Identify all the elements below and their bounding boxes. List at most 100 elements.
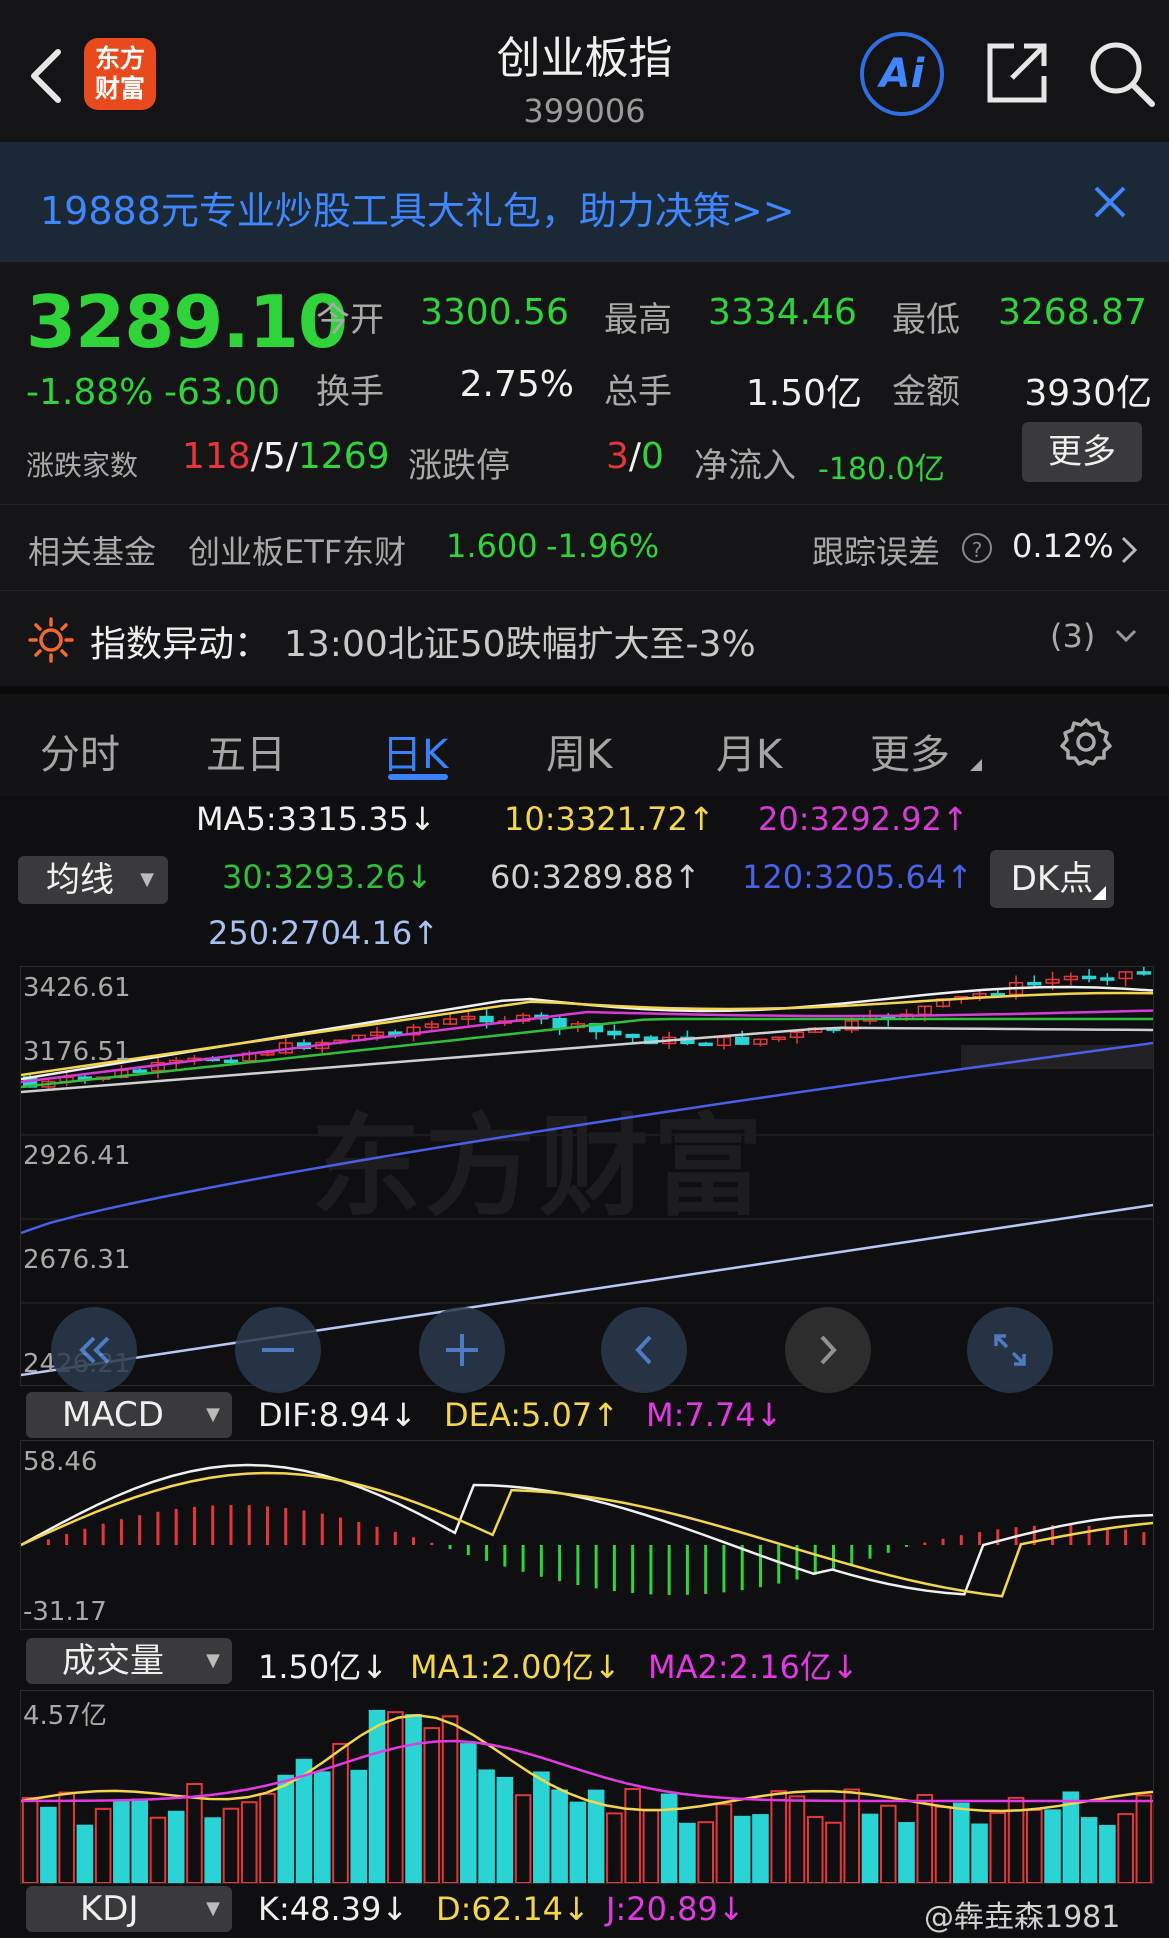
volume-bar	[478, 1769, 495, 1883]
dropdown-corner-icon	[1092, 886, 1106, 900]
kdj-legend: KDJ ▼ K:48.39↓ D:62.14↓ J:20.89↓ @犇垚森198…	[0, 1884, 1169, 1938]
volume-value: 1.50亿↓	[258, 1648, 389, 1686]
volume-bar	[496, 1776, 514, 1883]
more-button[interactable]: 更多	[1022, 422, 1142, 482]
share-icon[interactable]	[984, 40, 1050, 106]
volume-bar	[259, 1792, 276, 1883]
candle-body	[698, 1042, 713, 1047]
ma20-value: 20:3292.92↑	[758, 800, 969, 838]
breadth-up: 118	[182, 436, 251, 477]
scroll-left-button[interactable]	[601, 1307, 687, 1393]
alert-text: 13:00北证50跌幅扩大至-3%	[284, 624, 756, 665]
breadth-flat: 5	[262, 436, 286, 477]
volume-bar	[989, 1811, 1007, 1883]
dropdown-corner-icon	[970, 756, 982, 775]
open-value: 3300.56	[420, 292, 569, 333]
volume-bar	[825, 1821, 842, 1883]
volume-chart[interactable]: 4.57亿	[20, 1690, 1154, 1884]
ma30-value: 30:3293.26↓	[222, 858, 433, 896]
kdj-j: J:20.89↓	[606, 1890, 745, 1928]
caret-down-icon: ▼	[206, 1898, 220, 1919]
volume-bar	[1026, 1809, 1043, 1883]
volume-bar	[1044, 1809, 1061, 1883]
volume-bar	[167, 1810, 185, 1883]
ma10-value: 10:3321.72↑	[504, 800, 715, 838]
ma10-line	[21, 991, 1153, 1077]
change-pct: -1.88%	[26, 372, 154, 413]
scroll-left-fast-button[interactable]	[51, 1307, 137, 1393]
kdj-selector[interactable]: KDJ ▼	[26, 1886, 232, 1932]
tab-more[interactable]: 更多	[870, 722, 950, 780]
candle-body	[607, 1030, 622, 1036]
volume-bar	[113, 1799, 130, 1883]
ma-selector-label: 均线	[46, 860, 114, 900]
tab-weekly-k[interactable]: 周K	[546, 722, 612, 780]
search-icon[interactable]	[1088, 40, 1156, 108]
breadth-values: 118/5/1269	[182, 436, 390, 477]
ma120-line	[21, 1041, 1153, 1235]
high-value: 3334.46	[708, 292, 857, 333]
volume-ma2: MA2:2.16亿↓	[648, 1648, 859, 1686]
volume-ma2-line	[21, 1739, 1153, 1803]
volume-bar	[386, 1711, 404, 1883]
netflow-label: 净流入	[694, 446, 796, 486]
volume-bar	[131, 1798, 148, 1883]
volume-bar	[971, 1823, 988, 1883]
macd-chart[interactable]: 58.46 -31.17	[20, 1440, 1154, 1630]
scroll-right-button[interactable]	[785, 1307, 871, 1393]
zoom-out-button[interactable]	[235, 1307, 321, 1393]
close-icon[interactable]	[1092, 184, 1128, 220]
limit-label: 涨跌停	[408, 446, 510, 486]
fund-name[interactable]: 创业板ETF东财	[188, 527, 406, 573]
zoom-in-button[interactable]	[419, 1307, 505, 1393]
volume-bar	[240, 1801, 258, 1883]
caret-down-icon: ▼	[206, 1404, 220, 1425]
macd-selector[interactable]: MACD ▼	[26, 1392, 232, 1438]
volume-bar	[861, 1813, 879, 1883]
ai-button[interactable]: Ai	[860, 32, 944, 116]
tab-five-day[interactable]: 五日	[206, 722, 286, 780]
volume-bar	[624, 1788, 641, 1883]
volume-ma1: MA1:2.00亿↓	[410, 1648, 621, 1686]
volume-legend: 成交量 ▼ 1.50亿↓ MA1:2.00亿↓ MA2:2.16亿↓	[0, 1636, 1169, 1688]
kline-chart[interactable]: 东方财富 3426.61 3176.51 2926.41 2676.31 242…	[20, 966, 1154, 1393]
volume-bar	[770, 1790, 788, 1883]
period-tabs: 分时 五日 日K 周K 月K 更多	[0, 686, 1169, 796]
dk-point-label: DK点	[1010, 859, 1094, 899]
fund-price: 1.600	[446, 527, 538, 565]
ma60-value: 60:3289.88↑	[490, 858, 701, 896]
chevron-down-icon[interactable]	[1114, 627, 1138, 649]
volume-bar	[149, 1816, 167, 1883]
macd-y-bottom: -31.17	[23, 1597, 107, 1627]
ma-legend: MA5:3315.35↓ 10:3321.72↑ 20:3292.92↑ 均线 …	[0, 790, 1169, 960]
volume-selector[interactable]: 成交量 ▼	[26, 1638, 232, 1684]
kdj-d: D:62.14↓	[436, 1890, 590, 1928]
gear-icon[interactable]	[1060, 716, 1112, 772]
candle-body	[735, 1036, 750, 1045]
volume-bar	[806, 1815, 824, 1883]
volume-y-top: 4.57亿	[23, 1701, 107, 1731]
macd-dif: DIF:8.94↓	[258, 1396, 417, 1434]
promo-banner[interactable]: 19888元专业炒股工具大礼包，助力决策>>	[0, 142, 1169, 262]
volume-bar	[733, 1815, 751, 1883]
volume-plot	[21, 1709, 1153, 1883]
dk-point-button[interactable]: DK点	[990, 850, 1114, 908]
help-icon[interactable]: ?	[962, 533, 992, 563]
candle-body	[223, 1059, 239, 1064]
volume-bar	[368, 1709, 386, 1883]
ma250-value: 250:2704.16↑	[208, 914, 439, 952]
limit-down: 0	[641, 436, 664, 477]
tab-intraday[interactable]: 分时	[40, 722, 120, 780]
tab-monthly-k[interactable]: 月K	[716, 722, 782, 780]
volume-bar	[1135, 1794, 1153, 1883]
index-alert-row[interactable]: 指数异动： 13:00北证50跌幅扩大至-3% (3)	[0, 590, 1169, 687]
kdj-k: K:48.39↓	[258, 1890, 409, 1928]
related-fund-row[interactable]: 相关基金 创业板ETF东财 1.600 -1.96% 跟踪误差 ? 0.12%	[0, 504, 1169, 591]
ma-selector[interactable]: 均线 ▼	[18, 856, 168, 904]
tab-daily-k[interactable]: 日K	[382, 722, 448, 780]
fullscreen-button[interactable]	[967, 1307, 1053, 1393]
volume-bar	[1080, 1817, 1098, 1883]
y-tick-label: 3426.61	[23, 973, 131, 1003]
banner-text[interactable]: 19888元专业炒股工具大礼包，助力决策>>	[40, 180, 795, 235]
caret-down-icon: ▼	[140, 869, 154, 890]
